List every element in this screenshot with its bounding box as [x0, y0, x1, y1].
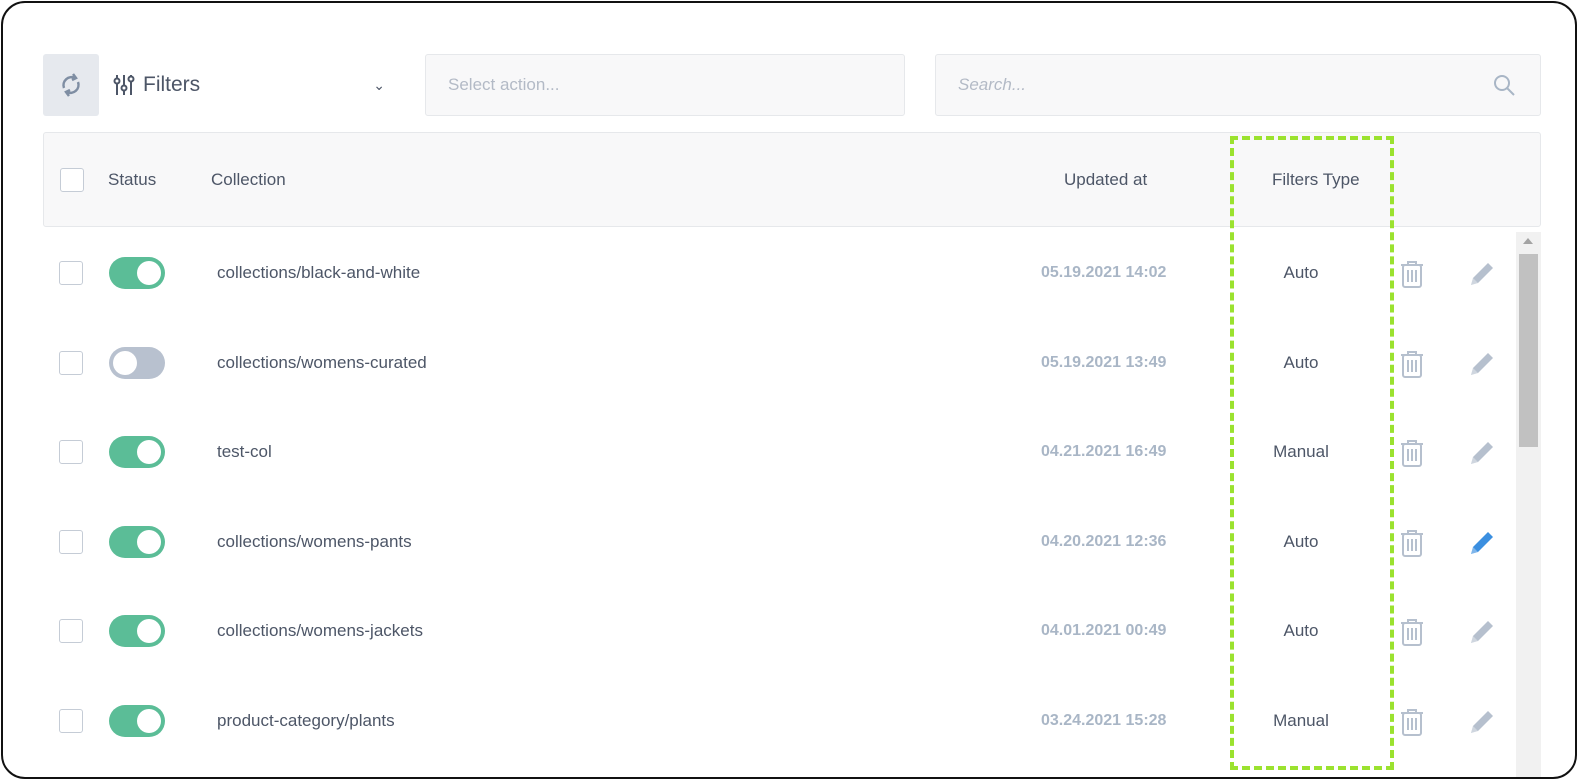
- collection-name[interactable]: collections/womens-curated: [217, 353, 427, 373]
- toggle-knob: [137, 261, 161, 285]
- table-row: collections/womens-jackets 04.01.2021 00…: [43, 586, 1513, 675]
- updated-at: 03.24.2021 15:28: [1041, 711, 1167, 729]
- toggle-knob: [113, 350, 137, 375]
- trash-icon[interactable]: [1399, 617, 1425, 647]
- collection-name[interactable]: collections/womens-jackets: [217, 621, 423, 641]
- refresh-button[interactable]: [43, 54, 99, 116]
- filters-type: Auto: [1283, 621, 1319, 640]
- toggle-knob: [137, 529, 161, 554]
- status-toggle[interactable]: [109, 615, 165, 647]
- status-toggle[interactable]: [109, 704, 165, 737]
- table-row: product-category/plants 03.24.2021 15:28…: [43, 676, 1513, 765]
- status-toggle[interactable]: [109, 525, 165, 558]
- scrollbar[interactable]: [1516, 232, 1541, 777]
- status-toggle[interactable]: [109, 346, 165, 379]
- search-input[interactable]: Search...: [935, 54, 1541, 116]
- row-checkbox[interactable]: [59, 440, 83, 464]
- toggle-knob: [137, 619, 161, 643]
- toggle-knob: [137, 440, 161, 464]
- updated-at: 04.20.2021 12:36: [1041, 532, 1167, 550]
- window: Filters ⌄ Select action... Search... Sta…: [1, 1, 1577, 779]
- row-checkbox[interactable]: [59, 619, 83, 643]
- trash-icon[interactable]: [1399, 528, 1425, 558]
- select-action-dropdown[interactable]: Select action...: [425, 54, 905, 116]
- filters-type: Auto: [1283, 352, 1319, 372]
- trash-icon[interactable]: [1399, 259, 1425, 289]
- filters-type: Manual: [1273, 442, 1329, 461]
- collection-name[interactable]: collections/womens-pants: [217, 532, 412, 552]
- chevron-down-icon: ⌄: [373, 76, 385, 93]
- select-action-placeholder: Select action...: [448, 75, 560, 94]
- edit-pencil-icon[interactable]: [1467, 349, 1497, 379]
- collection-name[interactable]: collections/black-and-white: [217, 263, 420, 283]
- edit-pencil-icon[interactable]: [1467, 617, 1497, 647]
- trash-icon[interactable]: [1399, 349, 1425, 379]
- scrollbar-thumb[interactable]: [1519, 254, 1538, 447]
- collection-name[interactable]: test-col: [217, 442, 272, 462]
- table-row: test-col 04.21.2021 16:49 Manual: [43, 407, 1513, 496]
- header-status[interactable]: Status: [108, 170, 156, 190]
- status-toggle[interactable]: [109, 257, 165, 289]
- edit-pencil-icon[interactable]: [1467, 438, 1497, 468]
- select-all-checkbox[interactable]: [60, 168, 84, 192]
- edit-pencil-icon[interactable]: [1467, 528, 1497, 558]
- sliders-icon: [113, 75, 135, 95]
- updated-at: 04.21.2021 16:49: [1041, 443, 1167, 460]
- refresh-icon: [62, 73, 80, 97]
- search-icon[interactable]: [1492, 73, 1516, 97]
- edit-pencil-icon[interactable]: [1467, 707, 1497, 737]
- trash-icon[interactable]: [1399, 438, 1425, 468]
- table-row: collections/black-and-white 05.19.2021 1…: [43, 228, 1513, 317]
- filters-type: Auto: [1283, 263, 1319, 282]
- status-toggle[interactable]: [109, 436, 165, 468]
- scroll-up-arrow[interactable]: [1523, 238, 1533, 244]
- toggle-knob: [137, 708, 161, 733]
- updated-at: 05.19.2021 14:02: [1041, 264, 1167, 281]
- row-checkbox[interactable]: [59, 261, 83, 285]
- row-checkbox[interactable]: [59, 350, 83, 375]
- row-checkbox[interactable]: [59, 529, 83, 554]
- table-row: collections/womens-pants 04.20.2021 12:3…: [43, 497, 1513, 586]
- filters-label: Filters: [143, 73, 201, 96]
- header-updated-at[interactable]: Updated at: [1064, 170, 1147, 190]
- header-filters-type[interactable]: Filters Type: [1272, 170, 1360, 190]
- filters-type: Auto: [1283, 531, 1319, 551]
- search-placeholder: Search...: [958, 75, 1027, 94]
- updated-at: 05.19.2021 13:49: [1041, 353, 1167, 371]
- table-row: collections/womens-curated 05.19.2021 13…: [43, 318, 1513, 407]
- trash-icon[interactable]: [1399, 707, 1425, 737]
- filters-type: Manual: [1273, 710, 1329, 730]
- edit-pencil-icon[interactable]: [1467, 259, 1497, 289]
- header-collection[interactable]: Collection: [211, 170, 286, 190]
- collection-name[interactable]: product-category/plants: [217, 711, 395, 731]
- filters-dropdown[interactable]: Filters ⌄: [113, 65, 393, 105]
- row-checkbox[interactable]: [59, 708, 83, 733]
- updated-at: 04.01.2021 00:49: [1041, 622, 1167, 639]
- table-header: Status Collection Updated at Filters Typ…: [43, 132, 1541, 227]
